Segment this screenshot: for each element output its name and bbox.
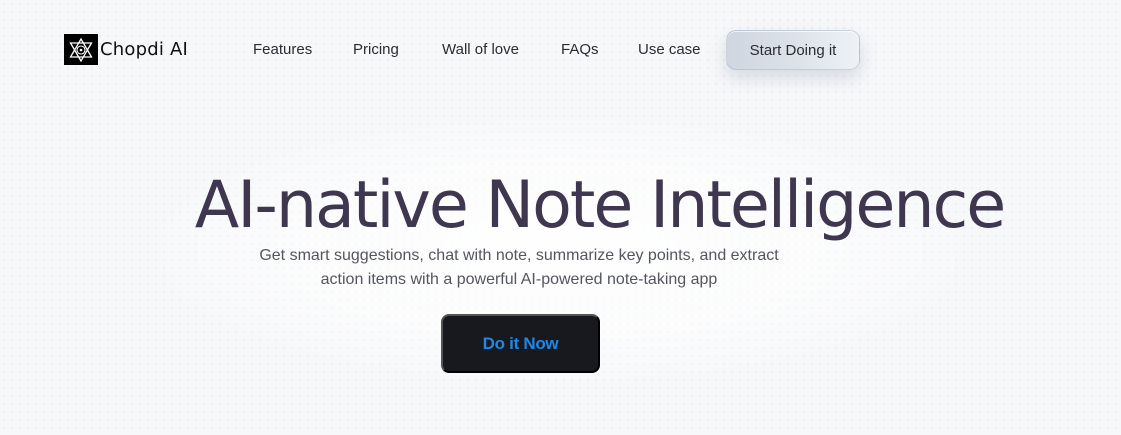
hero-subtitle: Get smart suggestions, chat with note, s…	[0, 244, 1038, 292]
brand-name: Chopdi AI	[100, 39, 188, 60]
nav-link-pricing[interactable]: Pricing	[353, 40, 399, 60]
nav-link-wall-of-love[interactable]: Wall of love	[442, 40, 519, 60]
landing-page: Chopdi AI Features Pricing Wall of love …	[0, 0, 1121, 435]
nav-link-features[interactable]: Features	[253, 40, 312, 60]
do-it-now-button[interactable]: Do it Now	[441, 314, 600, 373]
nav-link-faqs[interactable]: FAQs	[561, 40, 599, 60]
hero-title: AI-native Note Intelligence	[194, 168, 1007, 243]
hero-subtitle-line-2: action items with a powerful AI-powered …	[320, 271, 718, 288]
start-doing-it-button[interactable]: Start Doing it	[726, 30, 860, 70]
nav-link-use-case[interactable]: Use case	[638, 40, 701, 60]
hexagram-star-icon	[64, 34, 98, 65]
hero-subtitle-line-1: Get smart suggestions, chat with note, s…	[259, 247, 779, 264]
brand-logo-link[interactable]: Chopdi AI	[64, 34, 188, 65]
top-navigation: Chopdi AI Features Pricing Wall of love …	[0, 0, 1121, 100]
